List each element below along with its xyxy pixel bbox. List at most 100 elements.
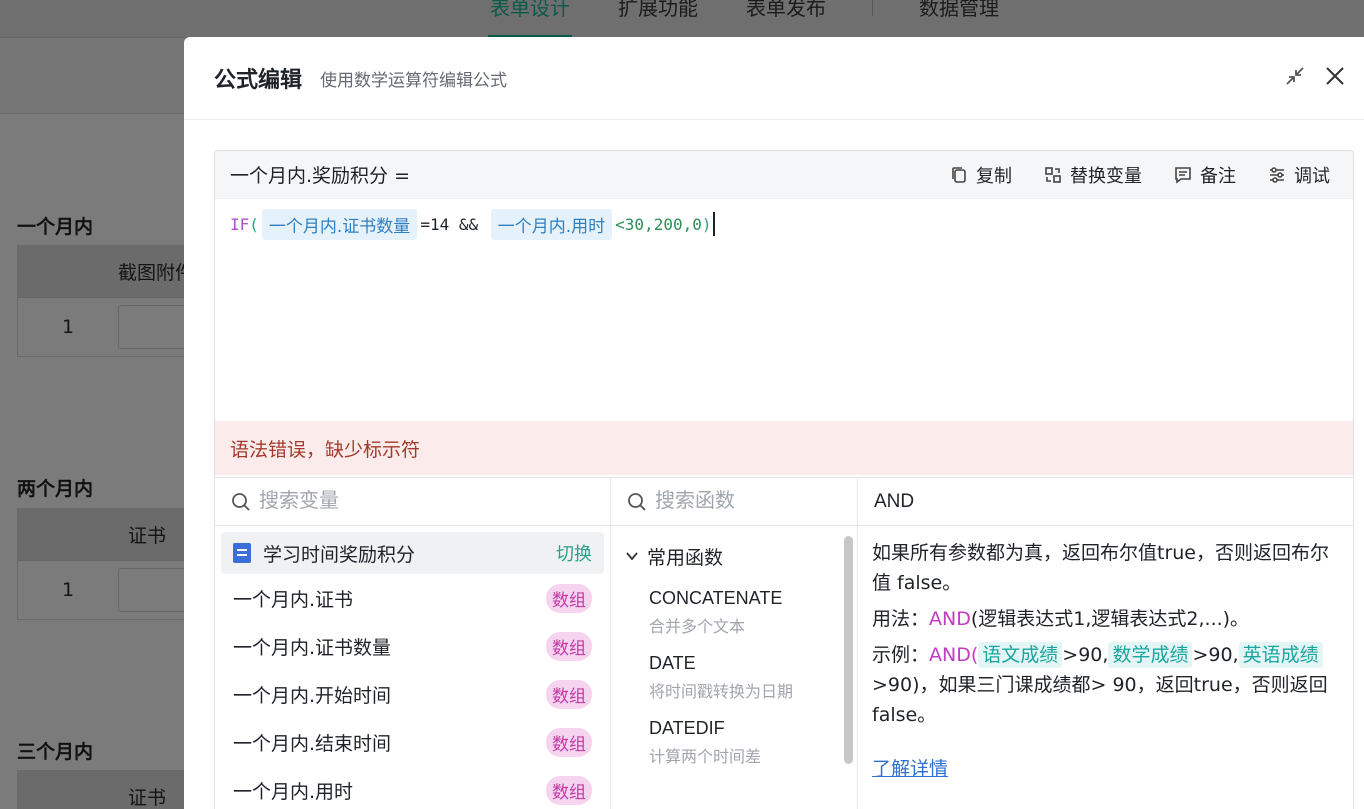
function-group-header[interactable]: 常用函数 [611,532,857,580]
copy-label: 复制 [976,165,1012,187]
variable-search [215,478,610,526]
example-field-tag: 英语成绩 [1238,642,1323,668]
function-list-scrollbar[interactable] [844,536,853,764]
usage-label: 用法： [872,608,930,630]
modal-title: 公式编辑 [214,68,303,93]
variable-list: 学习时间奖励积分 切换 一个月内.证书 数组 一个月内.证书数量 数组 一个月内… [215,526,610,809]
formula-line: IF ( 一个月内.证书数量 =14 && 一个月内.用时 <30,200,0 … [230,208,715,240]
open-paren: ( [249,214,259,234]
type-badge: 数组 [546,775,592,805]
example-function: AND( [929,644,979,666]
formula-operator: <30,200,0 [615,214,702,234]
function-item[interactable]: CONCATENATE 合并多个文本 [611,580,857,645]
tab-form-design[interactable]: 表单设计 [488,0,572,39]
debug-button[interactable]: 调试 [1268,162,1330,188]
replace-icon [1045,166,1061,183]
modal-header-icons [1284,65,1346,87]
section-title-three-months: 三个月内 [17,741,94,763]
function-doc-example: 示例：AND(语文成绩 >90, 数学成绩 >90, 英语成绩>90)，如果三门课成绩都… [872,640,1339,730]
function-doc-body: 如果所有参数都为真，返回布尔值true，否则返回布尔值 false。 用法：AN… [858,526,1353,796]
type-badge: 数组 [546,727,592,757]
search-icon [628,492,646,511]
collapse-icon[interactable] [1284,65,1306,87]
functions-panel: 常用函数 CONCATENATE 合并多个文本 DATE 将时间戳转换为日期 D… [611,478,858,809]
function-doc-title: AND [858,478,1353,526]
syntax-error-message: 语法错误，缺少标示符 [215,421,1353,475]
background-tabs: 表单设计 扩展功能 表单发布 数据管理 [488,0,1001,39]
variable-group[interactable]: 学习时间奖励积分 切换 [221,532,604,574]
variable-label: 一个月内.结束时间 [233,732,392,755]
formula-editor: 一个月内.奖励积分 = 复制 替换变量 备注 调试 IF (一个月内.证书数量… [214,150,1354,809]
learn-more-link[interactable]: 了解详情 [872,754,948,784]
variable-label: 一个月内.用时 [233,780,354,803]
modal-header: 公式编辑 使用数学运算符编辑公式 [184,37,1364,120]
variable-search-input[interactable] [259,490,559,513]
search-icon [232,492,250,511]
example-text: >90)，如果三门课成绩都> 90，返回true，否则返回false。 [872,674,1328,726]
list-item[interactable]: 一个月内.用时 数组 [221,766,604,809]
function-name: DATEDIF [649,718,725,738]
section-title-one-month: 一个月内 [17,216,94,238]
function-doc-panel: AND 如果所有参数都为真，返回布尔值true，否则返回布尔值 false。 用… [858,478,1353,809]
copy-icon [952,166,966,183]
variable-group-label: 学习时间奖励积分 [263,543,416,566]
variable-label: 一个月内.证书 [233,588,354,611]
example-field-tag: 语文成绩 [978,642,1063,668]
variables-panel: 学习时间奖励积分 切换 一个月内.证书 数组 一个月内.证书数量 数组 一个月内… [215,478,611,809]
background-topbar: 表单设计 扩展功能 表单发布 数据管理 [0,0,1364,39]
tab-extensions[interactable]: 扩展功能 [616,0,700,39]
variable-chip[interactable]: 一个月内.用时 [490,208,613,240]
function-description: 计算两个时间差 [649,747,762,766]
column-header: 截图附件 [118,262,195,284]
formula-code-area[interactable]: IF ( 一个月内.证书数量 =14 && 一个月内.用时 <30,200,0 … [215,199,1353,421]
function-search-input[interactable] [655,490,835,513]
function-group-label: 常用函数 [647,546,724,569]
example-operator: >90, [1192,644,1239,666]
list-item[interactable]: 一个月内.开始时间 数组 [221,670,604,718]
certificate-cell[interactable] [118,568,188,612]
variable-label: 一个月内.开始时间 [233,684,392,707]
function-name: DATE [649,653,696,673]
modal-subtitle: 使用数学运算符编辑公式 [320,70,508,91]
list-item[interactable]: 一个月内.结束时间 数组 [221,718,604,766]
function-item[interactable]: DATE 将时间戳转换为日期 [611,645,857,710]
usage-function: AND [929,608,971,630]
type-badge: 数组 [546,631,592,661]
example-label: 示例： [872,644,930,666]
row-index: 1 [61,316,75,338]
note-label: 备注 [1200,165,1236,187]
section-title-two-months: 两个月内 [17,478,94,500]
function-keyword: IF [230,214,250,234]
example-field-tag: 数学成绩 [1108,642,1193,668]
row-index: 1 [61,579,75,601]
close-paren: ) [701,214,712,234]
replace-variable-label: 替换变量 [1070,165,1142,187]
switch-button[interactable]: 切换 [556,540,592,566]
usage-params: (逻辑表达式1,逻辑表达式2,...)。 [970,608,1250,630]
copy-button[interactable]: 复制 [950,162,1012,188]
target-field-label: 一个月内.奖励积分 = [230,165,410,187]
formula-operator: =14 && [420,214,488,234]
list-item[interactable]: 一个月内.证书数量 数组 [221,622,604,670]
tab-publish[interactable]: 表单发布 [744,0,828,39]
function-doc-description: 如果所有参数都为真，返回布尔值true，否则返回布尔值 false。 [872,542,1329,594]
editor-toolbar: 一个月内.奖励积分 = 复制 替换变量 备注 调试 [215,151,1353,199]
replace-variable-button[interactable]: 替换变量 [1044,162,1142,188]
function-search [611,478,857,526]
type-badge: 数组 [546,583,592,613]
function-doc-usage: 用法：AND(逻辑表达式1,逻辑表达式2,...)。 [872,604,1339,634]
settings-sliders-icon [1270,166,1284,183]
variable-chip[interactable]: 一个月内.证书数量 [261,208,418,240]
chevron-down-icon [626,552,638,561]
function-description: 将时间戳转换为日期 [649,682,794,701]
type-badge: 数组 [546,679,592,709]
example-operator: >90, [1062,644,1109,666]
attachment-cell[interactable] [118,305,188,349]
close-icon[interactable] [1324,65,1346,87]
note-button[interactable]: 备注 [1174,162,1236,188]
tab-data-management[interactable]: 数据管理 [917,0,1001,39]
function-item[interactable]: DATEDIF 计算两个时间差 [611,710,857,775]
function-name: CONCATENATE [649,588,783,608]
list-item[interactable]: 一个月内.证书 数组 [221,574,604,622]
debug-label: 调试 [1294,165,1330,187]
